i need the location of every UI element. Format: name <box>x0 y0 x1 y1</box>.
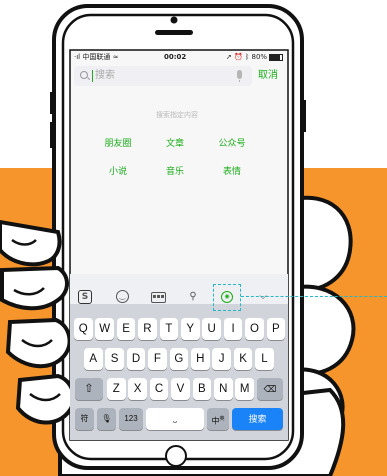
language-key[interactable]: 中英 <box>207 408 229 430</box>
battery-percent: 80% <box>251 53 268 61</box>
search-hint: 搜索指定内容 <box>156 111 198 119</box>
microphone-key[interactable]: 🎙 <box>97 408 116 430</box>
number-key[interactable]: 123 <box>119 408 143 430</box>
battery-icon <box>269 53 284 61</box>
category-music[interactable]: 音乐 <box>153 166 197 178</box>
collapse-icon[interactable]: ⌵ <box>256 290 270 304</box>
key-n[interactable]: N <box>214 378 233 400</box>
key-x[interactable]: X <box>128 378 147 400</box>
signal-icon: ·ıl <box>74 53 81 61</box>
key-c[interactable]: C <box>149 378 169 400</box>
category-moments[interactable]: 朋友圈 <box>96 138 140 150</box>
category-novels[interactable]: 小说 <box>96 166 140 178</box>
key-k[interactable]: K <box>233 348 253 370</box>
keyboard-icon[interactable]: ▪▪▪ <box>151 292 166 303</box>
key-j[interactable]: J <box>212 348 231 370</box>
key-o[interactable]: O <box>245 318 264 340</box>
key-s[interactable]: S <box>105 348 124 370</box>
key-t[interactable]: T <box>159 318 179 340</box>
wifi-icon: ≈ <box>112 53 119 61</box>
key-l[interactable]: L <box>255 348 274 370</box>
space-key[interactable]: ⎵ <box>146 408 204 430</box>
category-official-accounts[interactable]: 公众号 <box>210 138 254 150</box>
key-h[interactable]: H <box>191 348 210 370</box>
key-e[interactable]: E <box>116 318 136 340</box>
cancel-button[interactable]: 取消 <box>256 68 280 84</box>
key-u[interactable]: U <box>202 318 221 340</box>
status-right: ➚ ⏰ ᛒ 80% <box>226 53 284 62</box>
category-stickers[interactable]: 表情 <box>210 166 254 178</box>
symbol-key[interactable]: 符 <box>75 408 94 430</box>
key-w[interactable]: W <box>95 318 114 340</box>
category-articles[interactable]: 文章 <box>153 138 197 150</box>
sogou-logo-icon[interactable]: S <box>78 290 92 304</box>
search-icon <box>80 71 88 79</box>
emoji-icon[interactable]: ‿ <box>116 290 129 303</box>
bluetooth-icon: ᛒ <box>245 53 250 61</box>
carrier-label: 中国联通 <box>82 53 111 61</box>
alarm-icon: ⏰ <box>234 53 243 61</box>
key-d[interactable]: D <box>126 348 146 370</box>
key-m[interactable]: M <box>235 378 254 400</box>
key-z[interactable]: Z <box>107 378 126 400</box>
search-send-key[interactable]: 搜索 <box>232 408 283 430</box>
language-sub: 英 <box>219 416 225 422</box>
microphone-icon[interactable] <box>237 70 242 82</box>
key-a[interactable]: A <box>84 348 103 370</box>
search-icon[interactable]: ⚲ <box>186 290 200 304</box>
key-p[interactable]: P <box>266 318 286 340</box>
key-g[interactable]: G <box>169 348 189 370</box>
search-input[interactable]: 搜索 <box>95 69 115 82</box>
key-b[interactable]: B <box>192 378 212 400</box>
key-v[interactable]: V <box>171 378 190 400</box>
key-r[interactable]: R <box>138 318 157 340</box>
key-f[interactable]: F <box>148 348 167 370</box>
status-time: 00:02 <box>164 53 187 61</box>
key-q[interactable]: Q <box>74 318 93 340</box>
key-i[interactable]: I <box>223 318 243 340</box>
location-icon: ➚ <box>226 53 232 61</box>
key-y[interactable]: Y <box>181 318 200 340</box>
text-cursor <box>92 70 94 82</box>
backspace-key[interactable]: ⌫ <box>257 378 283 400</box>
highlight-box <box>213 284 241 311</box>
callout-line <box>241 296 387 297</box>
shift-key[interactable]: ⇧ <box>75 378 103 400</box>
signal-carrier: ·ıl 中国联通 ≈ <box>74 53 118 62</box>
